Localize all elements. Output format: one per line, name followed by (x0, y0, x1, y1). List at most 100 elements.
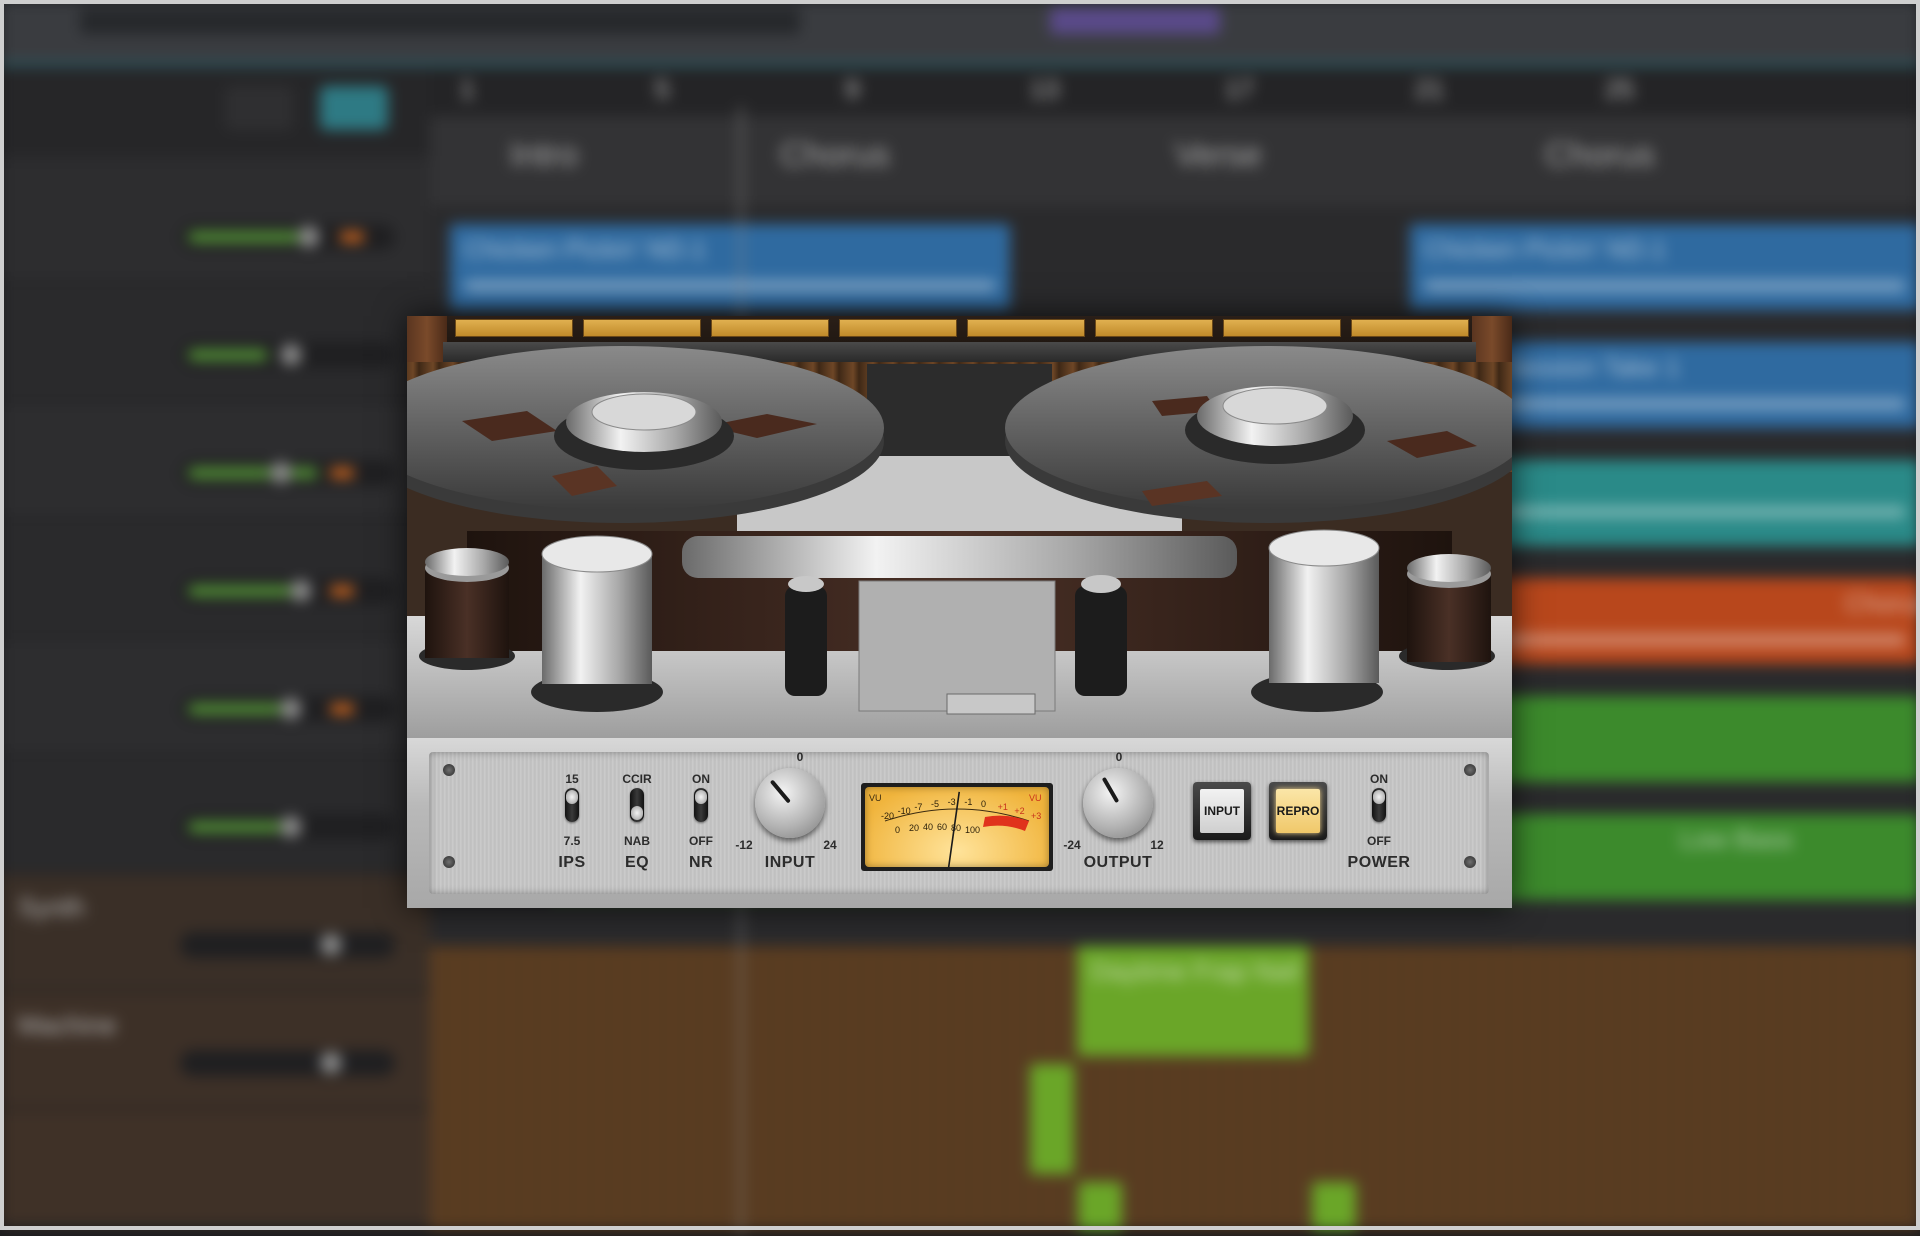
vu-tick-label: +2 (1014, 806, 1024, 816)
bar-ruler[interactable]: 1 5 9 13 17 21 25 (430, 66, 1920, 116)
midi-region[interactable] (1490, 696, 1920, 782)
vu-tick-label: +1 (998, 802, 1008, 812)
vu-tick-label: 0 (981, 799, 986, 809)
region-label: Low Bass (1680, 824, 1793, 854)
right-hub-cap (1222, 387, 1328, 425)
volume-fader[interactable] (180, 814, 395, 840)
track-header[interactable] (0, 402, 430, 520)
vu-label-left: VU (869, 793, 882, 803)
ruler-number: 13 (1030, 74, 1059, 104)
nr-label: NR (688, 854, 714, 871)
panel-screw (443, 764, 455, 776)
ips-bottom-label: 7.5 (563, 834, 581, 848)
head-latch (946, 693, 1036, 715)
audio-region[interactable] (1490, 460, 1920, 546)
track-header[interactable] (0, 284, 430, 402)
input-knob-min-label: -12 (735, 838, 753, 852)
panel-screw (1464, 764, 1476, 776)
volume-fader[interactable] (180, 696, 395, 722)
reel-transport-art (407, 346, 1512, 746)
track-header[interactable] (0, 1110, 430, 1228)
ruler-number: 5 (655, 74, 670, 104)
eq-label: EQ (624, 854, 650, 871)
track-header[interactable] (0, 756, 430, 874)
capstan (1075, 586, 1127, 696)
ips-top-label: 15 (565, 772, 579, 786)
track-header[interactable]: Synth (0, 874, 430, 992)
region-label: Chicken Pickin' ND.1 (1424, 234, 1666, 264)
head-cover (858, 580, 1056, 712)
marker-label[interactable]: Intro (510, 136, 578, 175)
input-monitor-label: INPUT (1200, 789, 1244, 833)
volume-fader[interactable] (180, 578, 395, 604)
nr-top-label: ON (692, 772, 710, 786)
track-header-panel: Synth Machine (0, 66, 430, 1230)
track-header[interactable]: Machine (0, 992, 430, 1110)
region-label: Chicken Pickin' ND.1 (464, 234, 706, 264)
track-header-toolbar (0, 66, 430, 156)
track-header[interactable] (0, 520, 430, 638)
vu-percent-label: 60 (937, 822, 947, 832)
catch-button[interactable] (320, 86, 388, 130)
output-gain-knob[interactable] (1083, 768, 1153, 838)
vu-tick-label: -7 (914, 802, 922, 812)
lcd-display[interactable] (1050, 8, 1220, 34)
power-switch[interactable] (1372, 788, 1386, 822)
region-label: Daytime Frap Nail (1091, 956, 1300, 986)
expand-icon[interactable] (225, 86, 293, 130)
vu-tick-label: -3 (948, 797, 956, 807)
track-name: Machine (18, 1010, 117, 1040)
head-bracket (682, 536, 1237, 578)
pinch-roller-left (785, 586, 827, 696)
eq-top-label: CCIR (622, 772, 652, 786)
pattern-region[interactable]: Daytime Frap Nail (1077, 946, 1309, 1056)
vu-red-zone (983, 815, 1029, 831)
input-monitor-button[interactable]: INPUT (1193, 782, 1251, 840)
ips-switch[interactable] (565, 788, 579, 822)
marker-track[interactable]: Intro Chorus Verse Chorus (430, 116, 1920, 206)
repro-monitor-button[interactable]: REPRO (1269, 782, 1327, 840)
volume-fader[interactable] (180, 224, 395, 250)
vu-meter-face: VU VU -20 -10 -7 -5 -3 -1 0 +1 +2 +3 0 20 40 60 80 100 (865, 787, 1049, 880)
track-header[interactable] (0, 638, 430, 756)
pattern-region[interactable] (1030, 1064, 1074, 1174)
power-bottom-label: OFF (1367, 834, 1391, 848)
marker-label[interactable]: Chorus (780, 136, 890, 175)
nr-switch[interactable] (694, 788, 708, 822)
track-header[interactable] (0, 166, 430, 284)
vu-tick-label: +3 (1031, 811, 1041, 821)
ips-label: IPS (558, 854, 586, 871)
vu-percent-label: 20 (909, 823, 919, 833)
vu-percent-label: 80 (951, 823, 961, 833)
guide-roller-right (1269, 548, 1379, 683)
volume-fader[interactable] (180, 932, 395, 958)
input-gain-knob[interactable] (755, 768, 825, 838)
input-knob-top-label: 0 (796, 750, 804, 764)
vu-percent-label: 40 (923, 822, 933, 832)
power-top-label: ON (1370, 772, 1388, 786)
output-knob-min-label: -24 (1063, 838, 1081, 852)
marker-label[interactable]: Chorus (1545, 136, 1655, 175)
volume-fader[interactable] (180, 342, 395, 368)
repro-monitor-label: REPRO (1276, 789, 1320, 833)
power-label: POWER (1347, 854, 1411, 871)
pattern-region[interactable] (1078, 1182, 1122, 1230)
vu-tick-label: -1 (964, 797, 972, 807)
vu-lower-scale: 0 20 40 60 80 100 (895, 822, 980, 835)
panel-screw (443, 856, 455, 868)
audio-region[interactable]: Session Take 1 (1490, 342, 1920, 428)
audio-region[interactable]: Chicken Pickin' ND.1 (1410, 224, 1920, 310)
guide-roller-left (542, 554, 652, 684)
pattern-region[interactable] (1312, 1182, 1356, 1230)
ruler-number: 1 (460, 74, 475, 104)
audio-region[interactable]: Chorus (1490, 578, 1920, 664)
audio-region[interactable]: Chicken Pickin' ND.1 (450, 224, 1010, 310)
marker-label[interactable]: Verse (1175, 136, 1262, 175)
tape-machine-plugin-window[interactable]: 15 7.5 IPS CCIR NAB EQ ON OFF NR 0 -12 2… (407, 316, 1512, 908)
daw-toolbar (0, 0, 1920, 66)
eq-switch[interactable] (630, 788, 644, 822)
transport-bar[interactable] (80, 8, 800, 34)
volume-fader[interactable] (180, 1050, 395, 1076)
volume-fader[interactable] (180, 460, 395, 486)
roller-cap (1407, 554, 1491, 582)
